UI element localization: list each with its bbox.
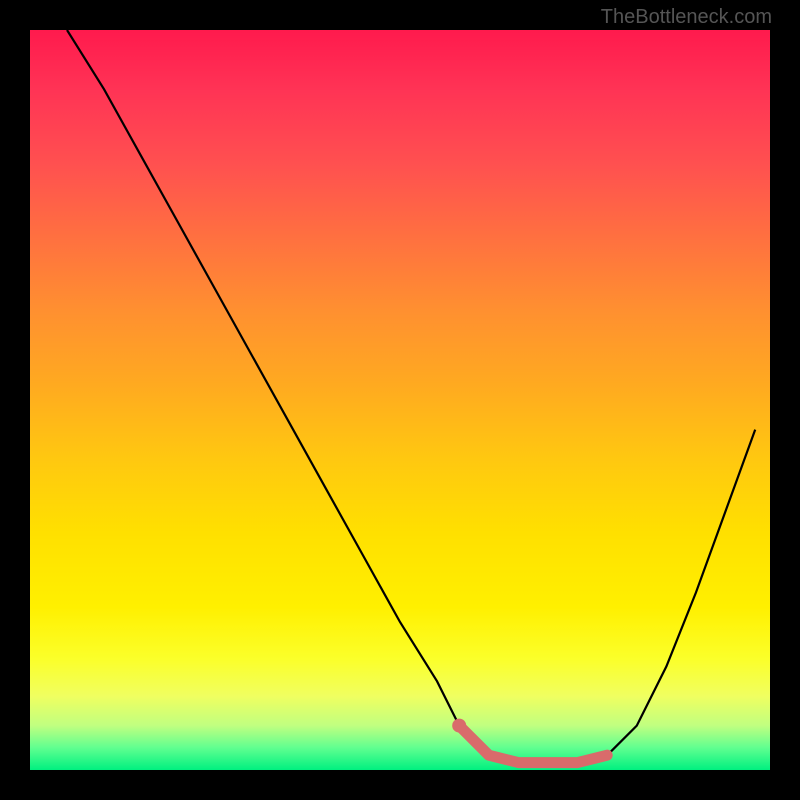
curve-svg <box>30 30 770 770</box>
chart-container: TheBottleneck.com <box>0 0 800 800</box>
highlight-start-dot <box>452 719 466 733</box>
bottleneck-curve-line <box>67 30 755 763</box>
watermark-text: TheBottleneck.com <box>601 6 772 29</box>
plot-area <box>30 30 770 770</box>
highlight-segment-line <box>459 726 607 763</box>
